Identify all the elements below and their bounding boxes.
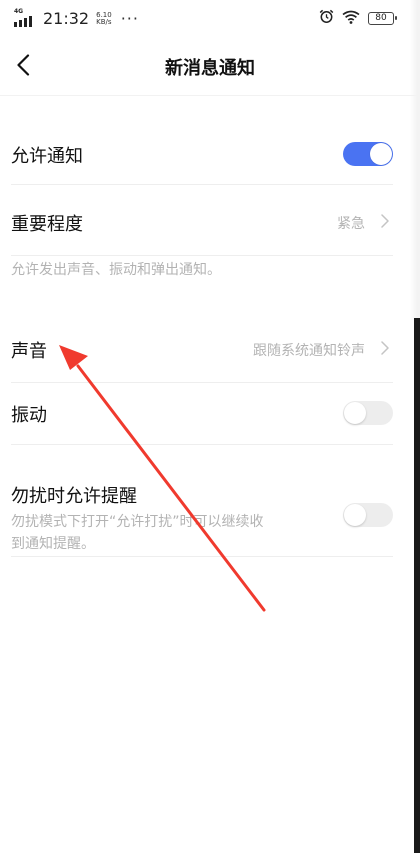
signal-icon: 4G bbox=[14, 7, 36, 27]
page-title: 新消息通知 bbox=[165, 58, 255, 79]
dnd-allow-toggle[interactable] bbox=[343, 503, 393, 527]
sound-label: 声音 bbox=[11, 341, 47, 362]
divider bbox=[11, 444, 393, 445]
divider bbox=[11, 382, 393, 383]
status-bar: 4G 21:32 6.10 KB/s ··· 80 bbox=[0, 0, 420, 36]
divider bbox=[11, 556, 393, 557]
header-divider bbox=[0, 95, 420, 96]
battery-icon: 80 bbox=[368, 12, 397, 25]
sound-value: 跟随系统通知铃声 bbox=[253, 343, 365, 359]
dnd-allow-desc-line1: 勿扰模式下打开“允许打扰”时可以继续收 bbox=[11, 514, 264, 530]
row-vibration[interactable]: 振动 bbox=[11, 388, 393, 440]
signal-bars bbox=[14, 15, 32, 27]
divider bbox=[11, 255, 393, 256]
speed-unit: KB/s bbox=[96, 17, 112, 26]
dnd-allow-label: 勿扰时允许提醒 bbox=[11, 486, 137, 507]
toggle-knob bbox=[344, 504, 366, 526]
alarm-icon bbox=[319, 9, 334, 28]
row-importance[interactable]: 重要程度 紧急 bbox=[11, 194, 393, 250]
vibration-label: 振动 bbox=[11, 405, 47, 426]
dnd-allow-desc-line2: 到通知提醒。 bbox=[11, 536, 95, 552]
edge-bar bbox=[414, 318, 420, 853]
chevron-right-icon bbox=[381, 214, 389, 228]
chevron-right-icon bbox=[381, 341, 389, 355]
status-time: 21:32 bbox=[43, 9, 90, 28]
page: 4G 21:32 6.10 KB/s ··· 80 新消息通知 允许通知 重要程… bbox=[0, 0, 420, 853]
more-dots: ··· bbox=[120, 8, 139, 28]
importance-hint: 允许发出声音、振动和弹出通知。 bbox=[11, 262, 221, 278]
dnd-allow-desc: 勿扰模式下打开“允许打扰”时可以继续收 到通知提醒。 bbox=[11, 511, 264, 555]
edge-panel bbox=[410, 0, 420, 320]
row-sound[interactable]: 声音 跟随系统通知铃声 bbox=[11, 324, 393, 374]
importance-value: 紧急 bbox=[337, 216, 365, 232]
wifi-icon bbox=[342, 9, 360, 28]
status-right: 80 bbox=[319, 9, 397, 28]
importance-label: 重要程度 bbox=[11, 214, 83, 235]
battery-level: 80 bbox=[375, 13, 387, 23]
toggle-knob bbox=[370, 143, 392, 165]
network-speed: 6.10 KB/s bbox=[96, 11, 112, 26]
vibration-toggle[interactable] bbox=[343, 401, 393, 425]
status-left: 4G 21:32 6.10 KB/s ··· bbox=[14, 7, 139, 28]
allow-notify-toggle[interactable] bbox=[343, 142, 393, 166]
title-bar: 新消息通知 bbox=[0, 36, 420, 94]
toggle-knob bbox=[344, 402, 366, 424]
network-type: 4G bbox=[14, 7, 24, 15]
divider bbox=[11, 184, 393, 185]
allow-notify-label: 允许通知 bbox=[11, 146, 83, 167]
row-allow-notify[interactable]: 允许通知 bbox=[11, 128, 393, 182]
